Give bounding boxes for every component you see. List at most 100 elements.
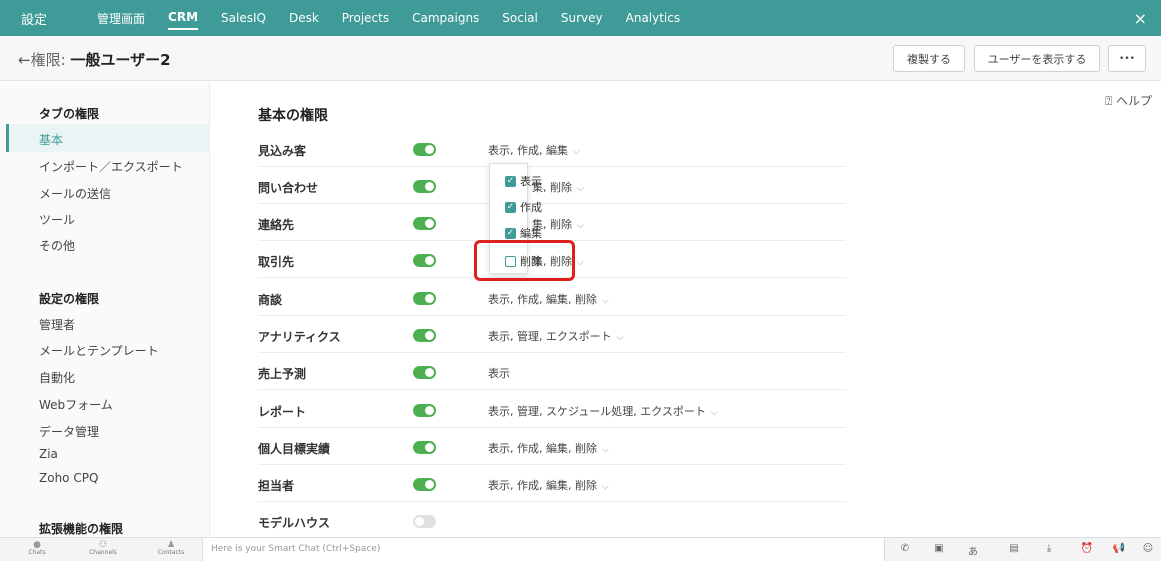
- sidebar-item-send-mail[interactable]: メールの送信: [39, 185, 111, 202]
- top-nav: 設定 管理画面 CRM SalesIQ Desk Projects Campai…: [0, 0, 1161, 36]
- nav-admin[interactable]: 管理画面: [97, 6, 145, 31]
- module-label: 売上予測: [258, 367, 307, 381]
- sidebar-item-zia[interactable]: Zia: [39, 447, 58, 461]
- sidebar-item-mail-templates[interactable]: メールとテンプレート: [39, 342, 159, 359]
- highlight-box: [474, 240, 575, 281]
- bottom-bar: ● Chats ⚇ Channels ♟ Contacts Here is your …: [0, 537, 1161, 561]
- chats-tab[interactable]: ● Chats: [17, 541, 57, 557]
- screen-share-icon[interactable]: ▣: [932, 543, 946, 557]
- help-icon: ⍰: [1105, 94, 1113, 108]
- settings-title: 設定: [21, 12, 48, 28]
- checkbox-checked-icon[interactable]: ✓: [505, 175, 516, 187]
- sidebar-item-automation[interactable]: 自動化: [39, 369, 75, 386]
- sidebar-item-tools[interactable]: ツール: [39, 211, 75, 228]
- module-label: アナリティクス: [258, 330, 341, 344]
- module-toggle[interactable]: [413, 329, 436, 342]
- smart-chat-input[interactable]: Here is your Smart Chat (Ctrl+Space): [202, 538, 885, 561]
- whatsapp-icon[interactable]: ✆: [898, 543, 912, 557]
- sidebar-item-zoho-cpq[interactable]: Zoho CPQ: [39, 471, 98, 485]
- chevron-down-icon: ⌵: [601, 445, 609, 455]
- module-label: 連絡先: [258, 218, 295, 232]
- announcement-icon[interactable]: 📢: [1112, 543, 1126, 557]
- permission-row-analytics: アナリティクス 表示, 管理, エクスポート ⌵: [258, 316, 846, 353]
- module-toggle[interactable]: [413, 292, 436, 305]
- module-toggle[interactable]: [413, 404, 436, 417]
- contacts-tab[interactable]: ♟ Contacts: [151, 541, 191, 557]
- module-label: 見込み客: [258, 144, 307, 158]
- permission-select[interactable]: 表示, 管理, スケジュール処理, エクスポート ⌵: [488, 403, 718, 419]
- sidebar-item-other[interactable]: その他: [39, 237, 75, 254]
- option-view[interactable]: ✓ 表示: [505, 173, 542, 189]
- sidebar-item-data-admin[interactable]: データ管理: [39, 423, 99, 440]
- permission-select[interactable]: 表示, 管理, エクスポート ⌵: [488, 328, 623, 344]
- permission-select[interactable]: 表示, 作成, 編集, 削除 ⌵: [488, 291, 609, 307]
- permission-value: 表示, 作成, 編集, 削除: [488, 479, 597, 492]
- settings-permissions-header: 設定の権限: [39, 292, 100, 306]
- module-toggle[interactable]: [413, 478, 436, 491]
- nav-social[interactable]: Social: [502, 7, 538, 29]
- module-toggle[interactable]: [413, 254, 436, 267]
- chevron-down-icon: ⌵: [577, 258, 584, 268]
- module-toggle[interactable]: [413, 366, 436, 379]
- contacts-icon: ♟: [166, 540, 176, 550]
- module-toggle[interactable]: [413, 217, 436, 230]
- permission-row-contacts: 連絡先 集, 削除 ⌵: [258, 204, 846, 241]
- module-toggle[interactable]: [413, 441, 436, 454]
- nav-crm[interactable]: CRM: [168, 6, 199, 30]
- nav-survey[interactable]: Survey: [561, 7, 603, 29]
- more-options-button[interactable]: •••: [1108, 45, 1146, 72]
- permission-row-leads: 見込み客 表示, 作成, 編集 ⌵: [258, 130, 846, 167]
- sidebar-item-basic[interactable]: 基本: [39, 131, 63, 148]
- back-arrow-icon[interactable]: ←: [18, 51, 31, 69]
- option-create[interactable]: ✓ 作成: [505, 199, 542, 215]
- nav-analytics[interactable]: Analytics: [626, 7, 681, 29]
- sidebar-item-webforms[interactable]: Webフォーム: [39, 396, 113, 413]
- module-label: 問い合わせ: [258, 181, 319, 195]
- module-label: 個人目標実績: [258, 442, 331, 456]
- permission-row-forecast: 売上予測 表示: [258, 353, 846, 390]
- help-link[interactable]: ⍰ ヘルプ: [1105, 92, 1152, 109]
- nav-campaigns[interactable]: Campaigns: [412, 7, 479, 29]
- permission-row-model-house: モデルハウス: [258, 502, 846, 539]
- checkbox-checked-icon[interactable]: ✓: [505, 227, 516, 239]
- module-toggle[interactable]: [413, 515, 436, 528]
- alarm-icon[interactable]: ⏰: [1080, 543, 1094, 557]
- show-users-button[interactable]: ユーザーを表示する: [974, 45, 1100, 72]
- module-toggle[interactable]: [413, 180, 436, 193]
- permission-row-deals: 商談 表示, 作成, 編集, 削除 ⌵: [258, 279, 846, 316]
- nav-projects[interactable]: Projects: [342, 7, 389, 29]
- chevron-down-icon: ⌵: [577, 221, 584, 231]
- permission-row-contacts-inquiry: 問い合わせ 集, 削除 ⌵: [258, 167, 846, 204]
- permission-select[interactable]: 表示, 作成, 編集, 削除 ⌵: [488, 477, 609, 493]
- option-label: 編集: [520, 227, 542, 240]
- permissions-sidebar: タブの権限 基本 インポート／エクスポート メールの送信 ツール その他 設定の…: [0, 82, 210, 537]
- help-label: ヘルプ: [1116, 94, 1153, 108]
- download-icon[interactable]: ⤓: [1042, 543, 1056, 557]
- notes-icon[interactable]: ▤: [1007, 543, 1021, 557]
- extension-permissions-header: 拡張機能の権限: [39, 522, 124, 536]
- bot-icon[interactable]: ☺: [1141, 543, 1155, 557]
- option-label: 作成: [520, 201, 542, 214]
- chats-label: Chats: [28, 549, 46, 556]
- module-label: モデルハウス: [258, 516, 331, 530]
- chevron-down-icon: ⌵: [573, 147, 580, 157]
- translate-icon[interactable]: あ: [966, 543, 980, 558]
- permission-row-reports: レポート 表示, 管理, スケジュール処理, エクスポート ⌵: [258, 391, 846, 428]
- chevron-down-icon: ⌵: [601, 482, 609, 492]
- option-edit[interactable]: ✓ 編集: [505, 225, 542, 241]
- nav-desk[interactable]: Desk: [289, 7, 319, 29]
- module-toggle[interactable]: [413, 143, 436, 156]
- channels-tab[interactable]: ⚇ Channels: [83, 541, 123, 557]
- permission-select[interactable]: 表示, 作成, 編集, 削除 ⌵: [488, 440, 609, 456]
- page-title: ←権限: 一般ユーザー2: [18, 49, 171, 70]
- close-icon[interactable]: ×: [1134, 9, 1147, 28]
- checkbox-checked-icon[interactable]: ✓: [505, 201, 516, 213]
- nav-salesiq[interactable]: SalesIQ: [221, 7, 266, 29]
- sidebar-item-import-export[interactable]: インポート／エクスポート: [39, 158, 183, 175]
- module-label: 商談: [258, 293, 283, 307]
- permission-select[interactable]: 表示, 作成, 編集 ⌵: [488, 142, 580, 158]
- module-label: 取引先: [258, 255, 295, 269]
- chevron-down-icon: ⌵: [616, 333, 624, 343]
- duplicate-button[interactable]: 複製する: [893, 45, 965, 72]
- sidebar-item-admin[interactable]: 管理者: [39, 316, 75, 333]
